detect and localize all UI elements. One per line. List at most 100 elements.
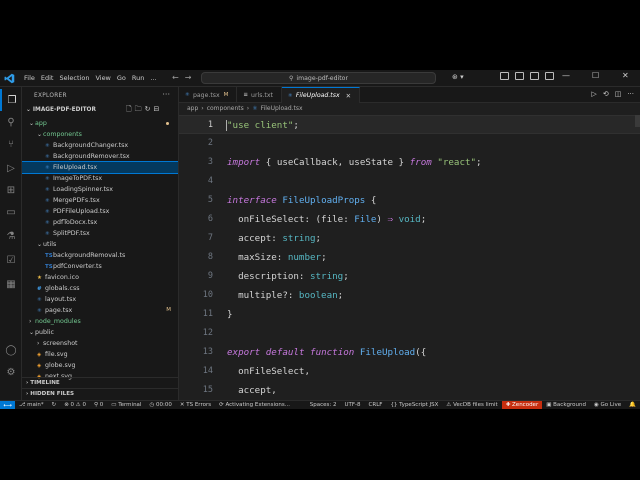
refresh-icon[interactable]: ↻ <box>145 105 151 116</box>
tree-item-app[interactable]: ⌄app <box>22 118 178 129</box>
tree-item-backgroundchanger-tsx[interactable]: ⚛ BackgroundChanger.tsx <box>22 140 178 151</box>
tree-item-imagetopdf-tsx[interactable]: ⚛ ImageToPDF.tsx <box>22 173 178 184</box>
status-timer[interactable]: ◷ 00:00 <box>145 402 175 408</box>
close-window-button[interactable]: ✕ <box>622 71 629 80</box>
back-arrow-icon[interactable]: ← <box>172 73 179 82</box>
tree-item-backgroundremover-tsx[interactable]: ⚛ BackgroundRemover.tsx <box>22 151 178 162</box>
line-number: 8 <box>207 252 213 262</box>
activity-bar: ❐ ⚲ ⑂ ▷ ⊞ ▭ ⚗ ☑ ▦ ◯ ⚙ <box>0 87 22 400</box>
testing-icon[interactable]: ⚗ <box>0 225 22 247</box>
search-icon[interactable]: ⚲ <box>0 111 22 133</box>
status-problems[interactable]: ⊗ 0 ⚠ 0 <box>60 402 90 408</box>
status-encoding[interactable]: UTF-8 <box>341 402 365 408</box>
tree-item-file-svg[interactable]: ◈ file.svg <box>22 349 178 360</box>
status-spaces[interactable]: Spaces: 2 <box>306 402 341 408</box>
hidden-files-section[interactable]: › HIDDEN FILES <box>22 388 178 399</box>
code-line: 4 <box>179 172 640 191</box>
source-control-icon[interactable]: ⑂ <box>0 133 22 155</box>
line-number: 3 <box>207 157 213 167</box>
menu-item-more[interactable]: ... <box>147 74 159 82</box>
docker-icon[interactable]: ▦ <box>0 273 22 295</box>
line-number: 5 <box>207 195 213 205</box>
tab-urls-txt[interactable]: ≡ urls.txt <box>237 87 282 103</box>
code-editor[interactable]: 1 "use client"; 2 3 import { useCallback, us… <box>179 115 640 400</box>
customize-layout-icon[interactable] <box>545 72 554 80</box>
tree-item-utils[interactable]: ⌄utils <box>22 239 178 250</box>
maximize-button[interactable]: ☐ <box>592 71 599 80</box>
tree-item-pdfconverter-ts[interactable]: TSpdfConverter.ts <box>22 261 178 272</box>
status-sync[interactable]: ↻ <box>48 402 61 408</box>
status-eol[interactable]: CRLF <box>365 402 387 408</box>
new-folder-icon[interactable]: 🗀 <box>135 105 142 116</box>
scrollbar-thumb[interactable] <box>635 115 640 127</box>
tree-item-globals-css[interactable]: # globals.css <box>22 283 178 294</box>
tree-item-globe-svg[interactable]: ◈ globe.svg <box>22 360 178 371</box>
more-actions-icon[interactable]: ··· <box>162 90 170 99</box>
tree-item-pdftodocx-tsx[interactable]: ⚛ pdfToDocx.tsx <box>22 217 178 228</box>
menu-item-file[interactable]: File <box>21 74 38 82</box>
chevron-right-icon: › <box>201 105 204 112</box>
menu-item-run[interactable]: Run <box>129 74 147 82</box>
breadcrumb-file[interactable]: FileUpload.tsx <box>261 105 303 112</box>
status-bell[interactable]: 🔔 <box>625 402 640 408</box>
command-center-label: image-pdf-editor <box>296 74 349 82</box>
tree-item-public[interactable]: ⌄public <box>22 327 178 338</box>
code-line: 13 export default function FileUpload({ <box>179 343 640 362</box>
tree-item-loadingspinner-tsx[interactable]: ⚛ LoadingSpinner.tsx <box>22 184 178 195</box>
status-vecdb[interactable]: ⚠ VecDB files limit <box>442 402 501 408</box>
toggle-panel-icon[interactable] <box>515 72 524 80</box>
menu-item-edit[interactable]: Edit <box>38 74 57 82</box>
run-debug-icon[interactable]: ▷ <box>0 157 22 179</box>
copilot-icon[interactable]: ⊛ ▾ <box>452 73 464 81</box>
status-ts-errors[interactable]: ✕ TS Errors <box>176 402 215 408</box>
menu-item-selection[interactable]: Selection <box>56 74 92 82</box>
tree-item-screenshot[interactable]: › screenshot <box>22 338 178 349</box>
forward-arrow-icon[interactable]: → <box>185 73 192 82</box>
status-terminal[interactable]: ▭ Terminal <box>107 402 145 408</box>
new-file-icon[interactable]: 🗋 <box>126 105 132 116</box>
remote-indicator-icon[interactable]: ⟷ <box>0 400 15 409</box>
tab-page-tsx[interactable]: ⚛ page.tsx M <box>179 87 238 103</box>
tree-item-fileupload-tsx[interactable]: ⚛ FileUpload.tsx <box>22 161 178 174</box>
run-icon[interactable]: ▷ <box>591 90 596 98</box>
react-file-icon: ⚛ <box>185 92 190 98</box>
status-ports[interactable]: ⚲ 0 <box>90 402 107 408</box>
explorer-files-icon[interactable]: ❐ <box>0 89 22 111</box>
tree-item-backgroundremoval-ts[interactable]: TSbackgroundRemoval.ts <box>22 250 178 261</box>
breadcrumb-app[interactable]: app <box>187 105 198 112</box>
menu-item-go[interactable]: Go <box>114 74 129 82</box>
tree-item-layout-tsx[interactable]: ⚛ layout.tsx <box>22 294 178 305</box>
status-golive[interactable]: ◉ Go Live <box>590 402 625 408</box>
status-background[interactable]: ▣ Background <box>542 402 590 408</box>
close-tab-icon[interactable]: ✕ <box>346 92 351 100</box>
breadcrumb-components[interactable]: components <box>207 105 244 112</box>
tab-fileupload-tsx[interactable]: ⚛ FileUpload.tsx ✕ <box>281 87 361 103</box>
more-icon[interactable]: ··· <box>627 90 634 98</box>
status-branch[interactable]: ⎇ main* <box>15 402 48 408</box>
status-language[interactable]: {} TypeScript JSX <box>386 402 442 408</box>
split-editor-icon[interactable]: ◫ <box>615 90 622 98</box>
status-zencoder[interactable]: ✚ Zencoder <box>501 400 543 409</box>
compare-icon[interactable]: ⟲ <box>603 90 609 98</box>
status-activating[interactable]: ⟳ Activating Extensions... <box>215 402 294 408</box>
tree-item-node-modules[interactable]: › node_modules <box>22 316 178 327</box>
tasks-check-icon[interactable]: ☑ <box>0 249 22 271</box>
tree-item-pdffileupload-tsx[interactable]: ⚛ PDFFileUpload.tsx <box>22 206 178 217</box>
line-number: 13 <box>202 347 213 357</box>
tree-item-page-tsx[interactable]: ⚛ page.tsx M <box>22 305 178 316</box>
settings-gear-icon[interactable]: ⚙ <box>0 361 22 383</box>
tree-item-mergepdfs-tsx[interactable]: ⚛ MergePDFs.tsx <box>22 195 178 206</box>
menu-item-view[interactable]: View <box>92 74 113 82</box>
timeline-section[interactable]: › TIMELINE <box>22 377 178 388</box>
account-icon[interactable]: ◯ <box>0 339 22 361</box>
tree-item-components[interactable]: ⌄components <box>22 129 178 140</box>
tree-item-splitpdf-tsx[interactable]: ⚛ SplitPDF.tsx <box>22 228 178 239</box>
toggle-secondary-sidebar-icon[interactable] <box>530 72 539 80</box>
remote-explorer-icon[interactable]: ▭ <box>0 201 22 223</box>
collapse-all-icon[interactable]: ⊟ <box>154 105 160 116</box>
minimize-button[interactable]: — <box>562 71 570 80</box>
toggle-primary-sidebar-icon[interactable] <box>500 72 509 80</box>
command-center-search[interactable]: ⚲ image-pdf-editor <box>201 72 436 84</box>
extensions-icon[interactable]: ⊞ <box>0 179 22 201</box>
tree-item-favicon-ico[interactable]: ★ favicon.ico <box>22 272 178 283</box>
